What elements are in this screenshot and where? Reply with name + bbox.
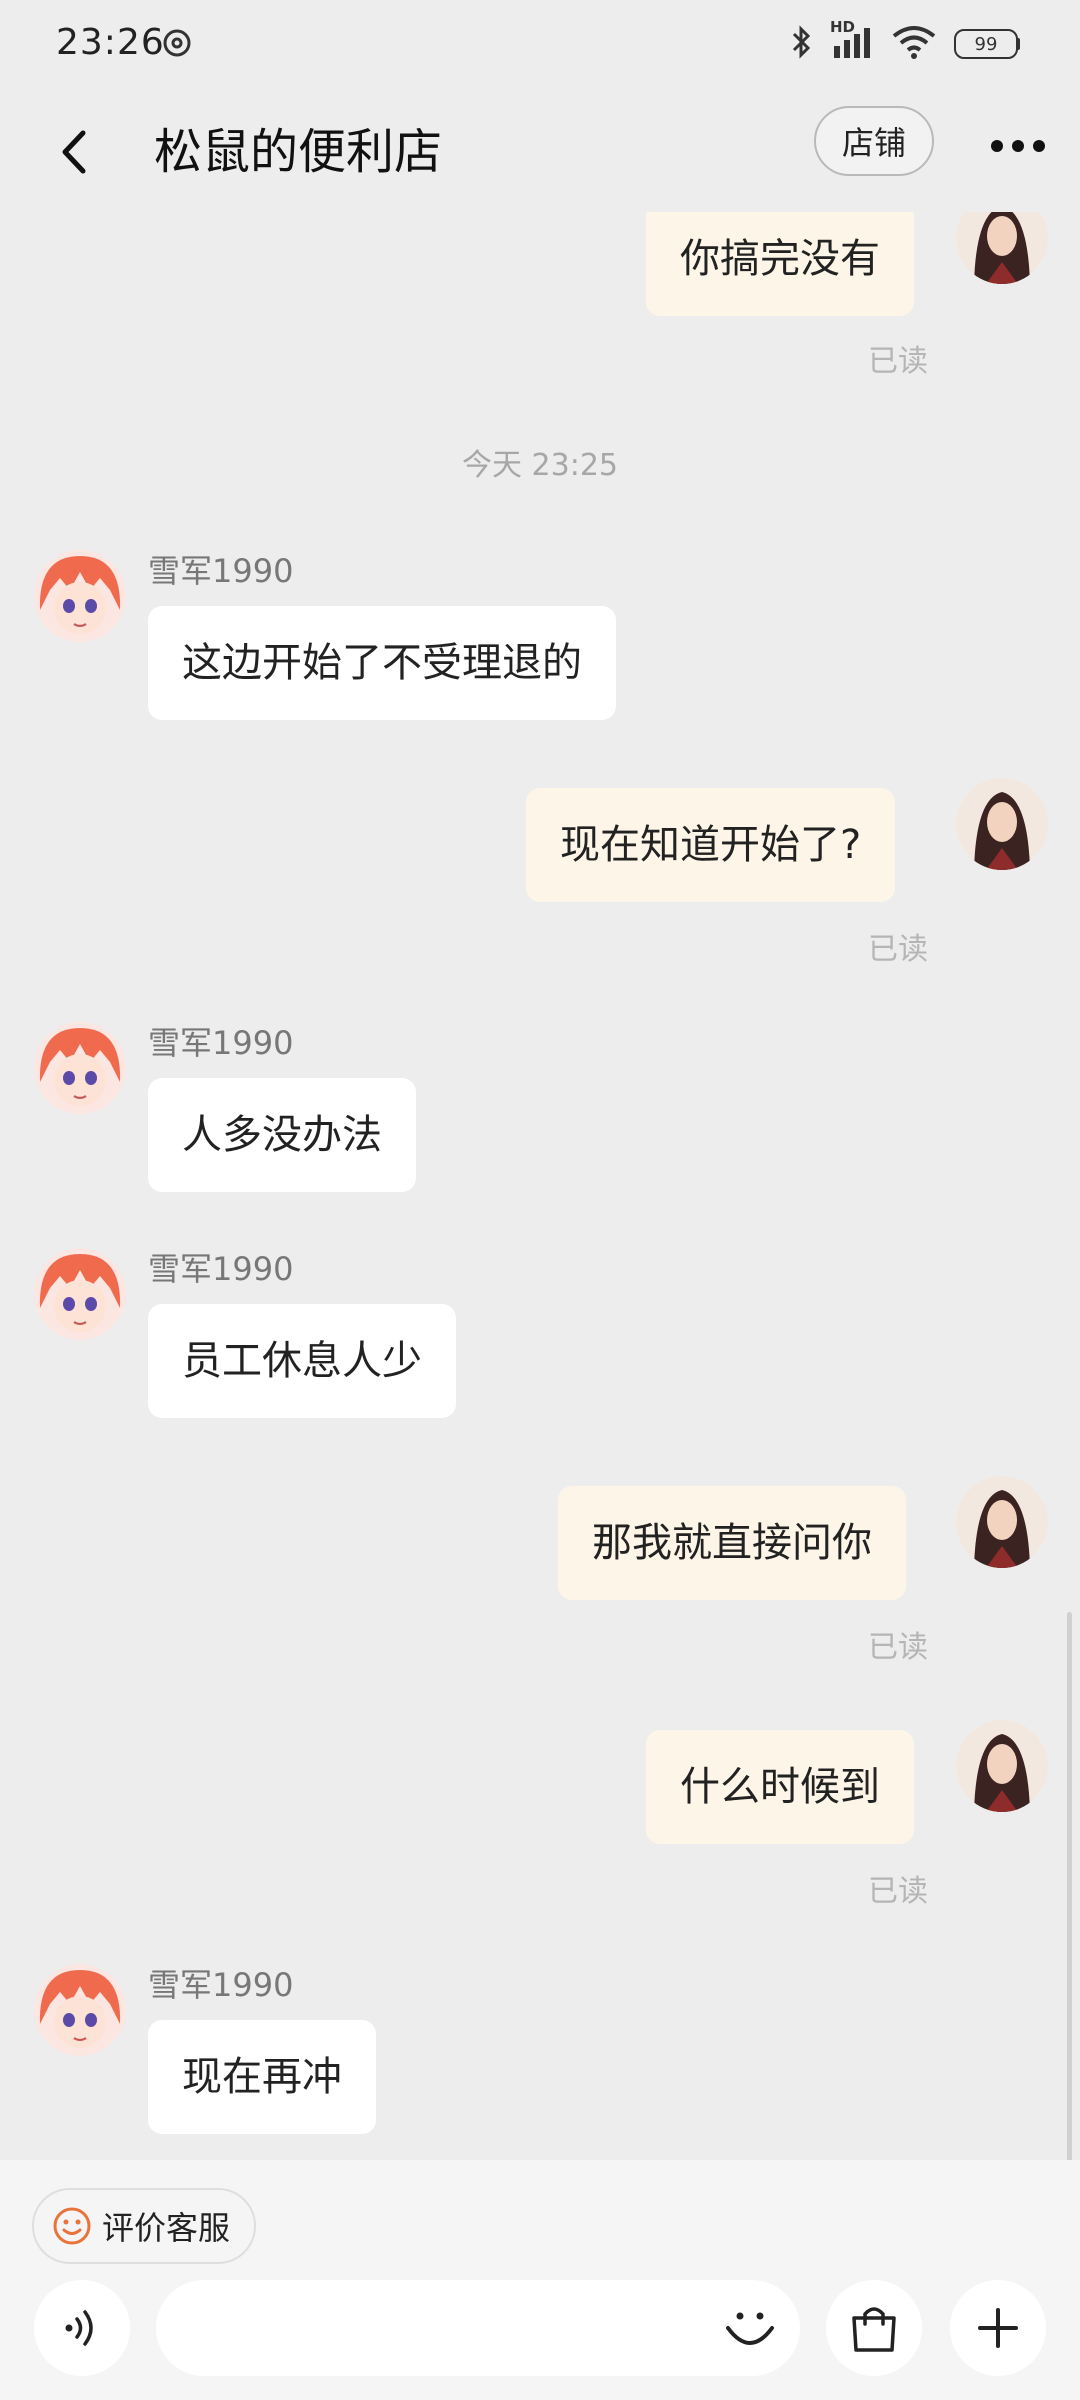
shop-button[interactable]: 店铺 <box>814 106 934 176</box>
page-title: 松鼠的便利店 <box>154 124 443 180</box>
message-bubble-self[interactable]: 你搞完没有 <box>646 212 914 316</box>
avatar-other[interactable] <box>34 1248 126 1340</box>
notification-icon <box>162 28 192 62</box>
sender-name: 雪军1990 <box>148 552 294 590</box>
scrollbar[interactable] <box>1067 1612 1072 2160</box>
order-button[interactable] <box>826 2280 922 2376</box>
rate-service-label: 评价客服 <box>102 2209 231 2247</box>
voice-icon <box>65 2310 93 2346</box>
dot-icon <box>1033 140 1045 152</box>
chat-screen: 23:26 HD 99 松鼠的便利店 店铺 你搞完没有 已读 今天 23:25 … <box>0 0 1080 2400</box>
message-bubble-self[interactable]: 现在知道开始了? <box>526 788 896 902</box>
time-divider: 今天 23:25 <box>462 448 618 483</box>
avatar-self[interactable] <box>956 1476 1048 1568</box>
status-bar: 23:26 HD 99 <box>0 0 1080 92</box>
message-bubble-self[interactable]: 那我就直接问你 <box>558 1486 906 1600</box>
message-list[interactable]: 你搞完没有 已读 今天 23:25 雪军1990 这边开始了不受理退的 现在知道… <box>0 212 1080 2160</box>
plus-icon <box>978 2308 1018 2348</box>
smiley-icon <box>53 2207 91 2245</box>
avatar-other[interactable] <box>34 1022 126 1114</box>
bluetooth-icon <box>790 24 812 64</box>
battery-level: 99 <box>954 29 1018 59</box>
avatar-self[interactable] <box>956 778 1048 870</box>
wifi-icon <box>892 24 936 64</box>
message-bubble-other[interactable]: 现在再冲 <box>148 2020 376 2134</box>
read-status: 已读 <box>868 1874 928 1909</box>
read-status: 已读 <box>868 344 928 379</box>
emoji-icon <box>726 2312 774 2345</box>
status-time: 23:26 <box>56 22 165 63</box>
more-actions-button[interactable] <box>950 2280 1046 2376</box>
bottom-bar: 评价客服 <box>0 2160 1080 2400</box>
more-options-button[interactable] <box>978 116 1058 176</box>
dot-icon <box>991 140 1003 152</box>
message-bubble-other[interactable]: 员工休息人少 <box>148 1304 456 1418</box>
signal-icon: HD <box>830 18 874 64</box>
avatar-self[interactable] <box>956 212 1048 284</box>
battery-icon: 99 <box>954 29 1020 59</box>
network-type-label: HD <box>830 18 856 36</box>
sender-name: 雪军1990 <box>148 1250 294 1288</box>
avatar-self[interactable] <box>956 1720 1048 1812</box>
avatar-other[interactable] <box>34 550 126 642</box>
shopping-bag-icon <box>852 2307 896 2352</box>
sender-name: 雪军1990 <box>148 1966 294 2004</box>
voice-input-button[interactable] <box>34 2280 130 2376</box>
message-bubble-other[interactable]: 人多没办法 <box>148 1078 416 1192</box>
avatar-other[interactable] <box>34 1964 126 2056</box>
message-bubble-self[interactable]: 什么时候到 <box>646 1730 914 1844</box>
dot-icon <box>1012 140 1024 152</box>
read-status: 已读 <box>868 1630 928 1665</box>
chevron-left-icon <box>62 130 86 174</box>
sender-name: 雪军1990 <box>148 1024 294 1062</box>
message-bubble-other[interactable]: 这边开始了不受理退的 <box>148 606 616 720</box>
message-input[interactable] <box>156 2280 800 2376</box>
read-status: 已读 <box>868 932 928 967</box>
rate-service-button[interactable]: 评价客服 <box>32 2188 257 2264</box>
emoji-button[interactable] <box>718 2296 782 2360</box>
status-right: HD 99 <box>790 18 1020 64</box>
back-button[interactable] <box>40 114 110 190</box>
chat-header: 松鼠的便利店 店铺 <box>0 92 1080 212</box>
